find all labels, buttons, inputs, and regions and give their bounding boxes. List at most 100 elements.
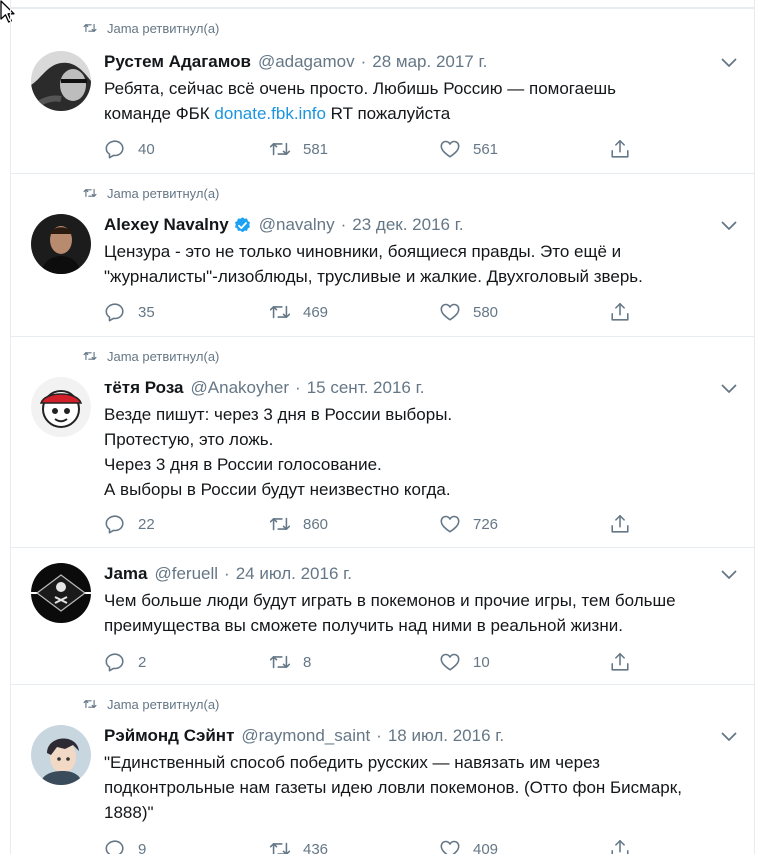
tweet-text: Цензура - это не только чиновники, боящи…: [104, 239, 744, 289]
author-name[interactable]: Рустем Адагамов: [104, 52, 251, 72]
reply-button[interactable]: 2: [104, 651, 146, 673]
share-button[interactable]: [609, 513, 631, 535]
retweet-count: 8: [303, 653, 312, 671]
tweet-timeline: Jama ретвитнул(а) Рустем Адагамов @adaga…: [10, 0, 755, 854]
avatar[interactable]: [31, 725, 91, 785]
tweet[interactable]: Jama ретвитнул(а) Рэймонд Сэйнт @raymond…: [11, 684, 754, 854]
retweet-icon: [269, 301, 291, 323]
heart-icon: [439, 651, 461, 673]
reply-button[interactable]: 35: [104, 301, 155, 323]
author-name[interactable]: тётя Роза: [104, 378, 184, 398]
tweet-header: Рэймонд Сэйнт @raymond_saint · 18 июл. 2…: [104, 725, 504, 747]
retweet-button[interactable]: 8: [269, 651, 311, 673]
separator-dot: ·: [340, 215, 347, 234]
heart-icon: [439, 301, 461, 323]
retweet-context[interactable]: Jama ретвитнул(а): [83, 696, 219, 712]
tweet-date[interactable]: 24 июл. 2016 г.: [236, 564, 352, 584]
author-name[interactable]: Рэймонд Сэйнт: [104, 726, 234, 746]
tweet[interactable]: Jama ретвитнул(а) Рустем Адагамов @adaga…: [11, 8, 754, 173]
tweet-text: Ребята, сейчас всё очень просто. Любишь …: [104, 76, 744, 126]
avatar[interactable]: [31, 563, 91, 623]
tweet-text-line: преимущества вы сможете получить над ним…: [104, 616, 623, 635]
chevron-down-icon[interactable]: [721, 221, 737, 231]
tweet-text-line: Чем больше люди будут играть в покемонов…: [104, 591, 676, 610]
chevron-down-icon[interactable]: [721, 732, 737, 742]
avatar[interactable]: [31, 51, 91, 111]
tweet-text-segment: команде ФБК: [104, 104, 215, 123]
tweet-date[interactable]: 28 мар. 2017 г.: [372, 52, 487, 72]
tweet-date[interactable]: 23 дек. 2016 г.: [352, 215, 463, 235]
retweet-button[interactable]: 581: [269, 138, 328, 160]
retweet-context[interactable]: Jama ретвитнул(а): [83, 185, 219, 201]
reply-count: 40: [138, 140, 155, 158]
retweet-context[interactable]: Jama ретвитнул(а): [83, 20, 219, 36]
like-button[interactable]: 10: [439, 651, 490, 673]
tweet-link[interactable]: donate.fbk.info: [214, 104, 326, 123]
share-button[interactable]: [609, 138, 631, 160]
retweet-button[interactable]: 860: [269, 513, 328, 535]
tweet-date[interactable]: 15 сент. 2016 г.: [307, 378, 425, 398]
author-name[interactable]: Jama: [104, 564, 147, 584]
tweet-text-line: А выборы в России будут неизвестно когда…: [104, 480, 451, 499]
reply-button[interactable]: 40: [104, 138, 155, 160]
author-name[interactable]: Alexey Navalny: [104, 215, 229, 235]
reply-count: 22: [138, 515, 155, 533]
retweet-button[interactable]: 469: [269, 301, 328, 323]
tweet-text-line: Цензура - это не только чиновники, боящи…: [104, 242, 622, 261]
author-handle[interactable]: @Anakoyher: [191, 378, 290, 398]
retweet-count: 581: [303, 140, 329, 158]
author-handle[interactable]: @navalny: [259, 215, 335, 235]
tweet[interactable]: Jama ретвитнул(а) тётя Роза @Anakoyher ·…: [11, 336, 754, 547]
like-button[interactable]: 726: [439, 513, 498, 535]
heart-icon: [439, 138, 461, 160]
author-handle[interactable]: @feruell: [154, 564, 218, 584]
retweet-count: 436: [303, 840, 329, 854]
retweet-icon: [83, 350, 97, 362]
tweet-text: "Единственный способ победить русских — …: [104, 750, 744, 825]
chevron-down-icon[interactable]: [721, 384, 737, 394]
reply-icon: [104, 301, 126, 323]
chevron-down-icon[interactable]: [721, 58, 737, 68]
tweet[interactable]: Jama ретвитнул(а) Alexey Navalny @navaln…: [11, 173, 754, 336]
retweeted-by-label: Jama ретвитнул(а): [107, 20, 220, 36]
like-button[interactable]: 561: [439, 138, 498, 160]
retweeted-by-label: Jama ретвитнул(а): [107, 696, 220, 712]
tweet-text-line: 1888)": [104, 803, 154, 822]
like-button[interactable]: 580: [439, 301, 498, 323]
tweet-text-line: "журналисты"-лизоблюды, трусливые и жалк…: [104, 267, 643, 286]
like-count: 409: [473, 840, 499, 854]
reply-count: 2: [138, 653, 147, 671]
reply-icon: [104, 651, 126, 673]
tweet-text-line: Через 3 дня в России голосование.: [104, 455, 382, 474]
retweet-icon: [269, 513, 291, 535]
like-button[interactable]: 409: [439, 838, 498, 854]
retweet-icon: [83, 187, 97, 199]
tweet-text-line: Протестую, это ложь.: [104, 430, 274, 449]
author-handle[interactable]: @adagamov: [258, 52, 355, 72]
reply-button[interactable]: 22: [104, 513, 155, 535]
tweet-text-segment: RT пожалуйста: [325, 104, 451, 123]
author-handle[interactable]: @raymond_saint: [241, 726, 370, 746]
share-button[interactable]: [609, 838, 631, 854]
share-button[interactable]: [609, 301, 631, 323]
reply-icon: [104, 838, 126, 854]
avatar[interactable]: [31, 214, 91, 274]
tweet-text-line: подконтрольные нам газеты идею ловли пок…: [104, 778, 682, 797]
reply-count: 35: [138, 303, 155, 321]
separator-dot: ·: [360, 52, 367, 71]
tweet-text-line: Ребята, сейчас всё очень просто. Любишь …: [104, 79, 617, 98]
share-icon: [609, 301, 631, 323]
share-button[interactable]: [609, 651, 631, 673]
tweet-date[interactable]: 18 июл. 2016 г.: [388, 726, 504, 746]
retweet-button[interactable]: 436: [269, 838, 328, 854]
tweet[interactable]: Jama @feruell · 24 июл. 2016 г. Чем боль…: [11, 547, 754, 684]
share-icon: [609, 838, 631, 854]
reply-icon: [104, 513, 126, 535]
reply-button[interactable]: 9: [104, 838, 146, 854]
reply-icon: [104, 138, 126, 160]
chevron-down-icon[interactable]: [721, 570, 737, 580]
avatar[interactable]: [31, 377, 91, 437]
retweet-icon: [269, 651, 291, 673]
retweet-context[interactable]: Jama ретвитнул(а): [83, 348, 219, 364]
retweet-icon: [269, 138, 291, 160]
